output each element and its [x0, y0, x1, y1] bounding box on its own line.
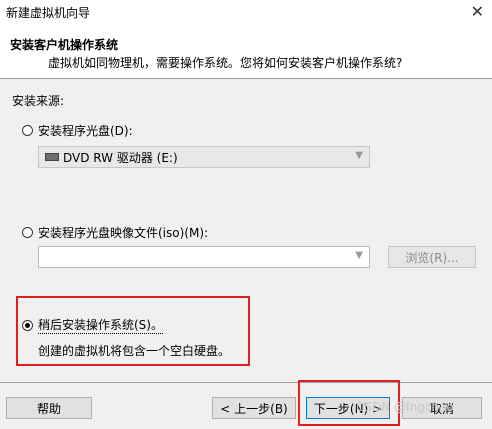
iso-option[interactable]: 安装程序光盘映像文件(iso)(M):: [22, 224, 208, 241]
wizard-header: 安装客户机操作系统 虚拟机如同物理机，需要操作系统。您将如何安装客户机操作系统?: [0, 24, 492, 79]
browse-button[interactable]: 浏览(R)...: [388, 246, 476, 268]
install-source-label: 安装来源:: [12, 94, 65, 108]
install-later-label: 稍后安装操作系统(S)。: [38, 318, 163, 334]
help-button[interactable]: 帮助: [6, 397, 92, 419]
disc-drive-select[interactable]: DVD RW 驱动器 (E:) ▼: [38, 146, 370, 168]
page-title: 安装客户机操作系统: [10, 38, 119, 52]
iso-option-label: 安装程序光盘映像文件(iso)(M):: [38, 226, 209, 240]
disc-radio[interactable]: [22, 125, 33, 136]
disc-option-label: 安装程序光盘(D):: [38, 124, 133, 138]
window-title: 新建虚拟机向导: [6, 6, 91, 20]
title-bar: 新建虚拟机向导 ✕: [0, 0, 492, 25]
install-later-radio[interactable]: [22, 319, 33, 331]
chevron-down-icon: ▼: [355, 250, 363, 261]
iso-path-select[interactable]: ▼: [38, 246, 370, 268]
install-later-option[interactable]: 稍后安装操作系统(S)。: [22, 316, 163, 334]
disc-drive-value: DVD RW 驱动器 (E:): [63, 150, 178, 165]
footer-divider: [0, 382, 492, 383]
close-icon[interactable]: ✕: [471, 2, 484, 21]
iso-radio[interactable]: [22, 227, 33, 238]
install-later-note: 创建的虚拟机将包含一个空白硬盘。: [38, 344, 231, 358]
dvd-drive-icon: [45, 153, 59, 161]
watermark: CSDN @Ingchao: [356, 400, 454, 414]
page-description: 虚拟机如同物理机，需要操作系统。您将如何安装客户机操作系统?: [48, 56, 403, 70]
chevron-down-icon: ▼: [355, 150, 363, 161]
disc-option[interactable]: 安装程序光盘(D):: [22, 122, 133, 139]
back-button[interactable]: < 上一步(B): [212, 397, 296, 419]
